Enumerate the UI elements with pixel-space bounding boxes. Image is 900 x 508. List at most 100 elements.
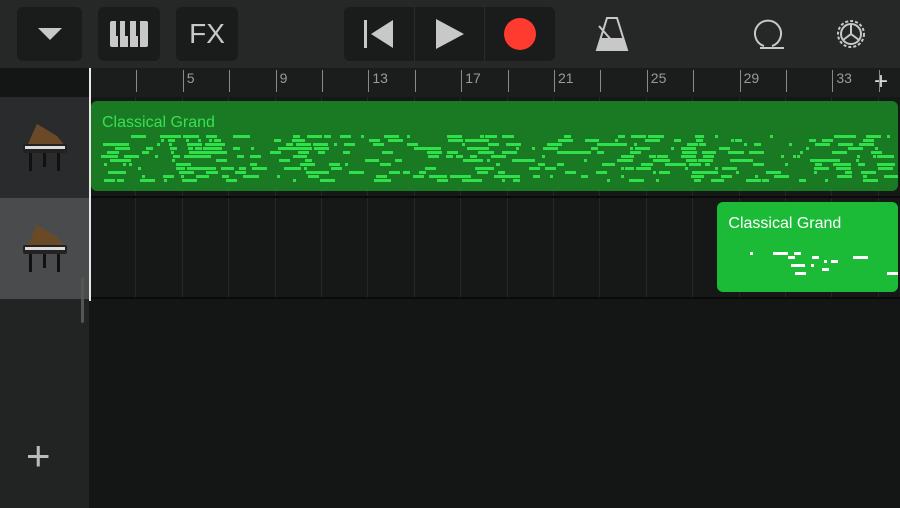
midi-note [674,139,681,142]
ruler-tick [229,70,231,92]
midi-note [823,260,827,263]
midi-note [714,135,718,138]
track-headers: + [0,97,89,508]
ruler-tick [832,70,834,92]
midi-note [381,151,393,154]
midi-note [115,147,131,150]
grid-line [506,198,508,297]
midi-note [757,143,761,146]
midi-note [719,147,731,150]
midi-note [463,175,467,178]
playhead[interactable] [89,68,91,301]
midi-note [603,163,615,166]
midi-note [745,179,761,182]
midi-note [285,143,293,146]
midi-note [343,135,347,138]
grid-line [692,198,694,297]
record-button[interactable] [485,7,555,61]
midi-note [848,147,864,150]
midi-note [387,139,403,142]
midi-note [617,159,633,162]
midi-note [342,151,350,154]
midi-note [162,175,174,178]
midi-region[interactable]: Classical Grand [717,202,898,292]
go-to-beginning-button[interactable] [344,7,415,61]
midi-note [762,179,770,182]
play-icon [435,19,464,49]
add-section-button[interactable]: + [874,70,888,94]
midi-note [863,175,867,178]
ruler-tick [368,70,370,92]
midi-note [720,175,732,178]
midi-note [614,139,618,142]
midi-note [544,167,556,170]
midi-note [875,147,879,150]
midi-note [821,143,829,146]
midi-note [428,155,440,158]
fx-button[interactable]: FX [176,7,238,61]
midi-note [368,139,380,142]
midi-note [558,139,566,142]
grand-piano-icon [22,224,67,272]
midi-note [733,151,745,154]
midi-note [249,155,261,158]
midi-note [216,159,228,162]
track-lane-1[interactable]: Classical Grand [89,97,900,198]
midi-note [580,175,588,178]
midi-note [772,252,788,255]
midi-note [418,171,426,174]
midi-note [694,135,702,138]
ruler-tick [786,70,787,92]
metronome-button[interactable] [584,7,640,61]
midi-note [784,163,788,166]
loop-browser-button[interactable] [742,7,794,61]
midi-note [501,179,505,182]
midi-note [413,175,425,178]
ruler-tick [322,70,323,92]
midi-note [157,143,161,146]
midi-note [184,135,200,138]
midi-note [629,147,633,150]
track-header-2[interactable] [0,198,89,299]
midi-note [119,171,127,174]
midi-note [780,155,784,158]
midi-note [815,163,823,166]
play-button[interactable] [415,7,486,61]
midi-note [319,179,335,182]
bar-number: 25 [650,70,667,86]
midi-note [714,167,718,170]
midi-note [482,139,490,142]
browser-dropdown-button[interactable] [17,7,82,61]
midi-note [671,147,675,150]
midi-note [564,171,576,174]
midi-note [866,135,882,138]
keyboard-button[interactable] [98,7,160,61]
midi-note [435,175,447,178]
midi-note [305,159,313,162]
record-icon [504,18,537,50]
midi-note [124,155,140,158]
midi-note [623,155,634,158]
scrollbar[interactable] [81,277,84,323]
midi-note [656,155,668,158]
track-header-1[interactable] [0,97,89,198]
add-track-button[interactable]: + [26,435,51,477]
midi-note [186,143,202,146]
midi-note [531,147,535,150]
midi-note [633,179,637,182]
midi-note [856,155,860,158]
midi-note [641,163,653,166]
chevron-down-icon [37,28,62,40]
midi-note [383,179,391,182]
midi-note [873,155,877,158]
track-lane-2[interactable]: Classical Grand [89,198,900,299]
midi-note [505,175,521,178]
midi-note [878,155,894,158]
midi-note [210,171,218,174]
midi-note [830,260,838,263]
timeline-ruler[interactable]: + 5 9 13 17 21 25 29 33 [89,68,900,97]
ruler-tick [600,70,602,92]
midi-region[interactable]: Classical Grand [91,101,898,191]
settings-button[interactable] [825,7,877,61]
midi-note [769,135,773,138]
